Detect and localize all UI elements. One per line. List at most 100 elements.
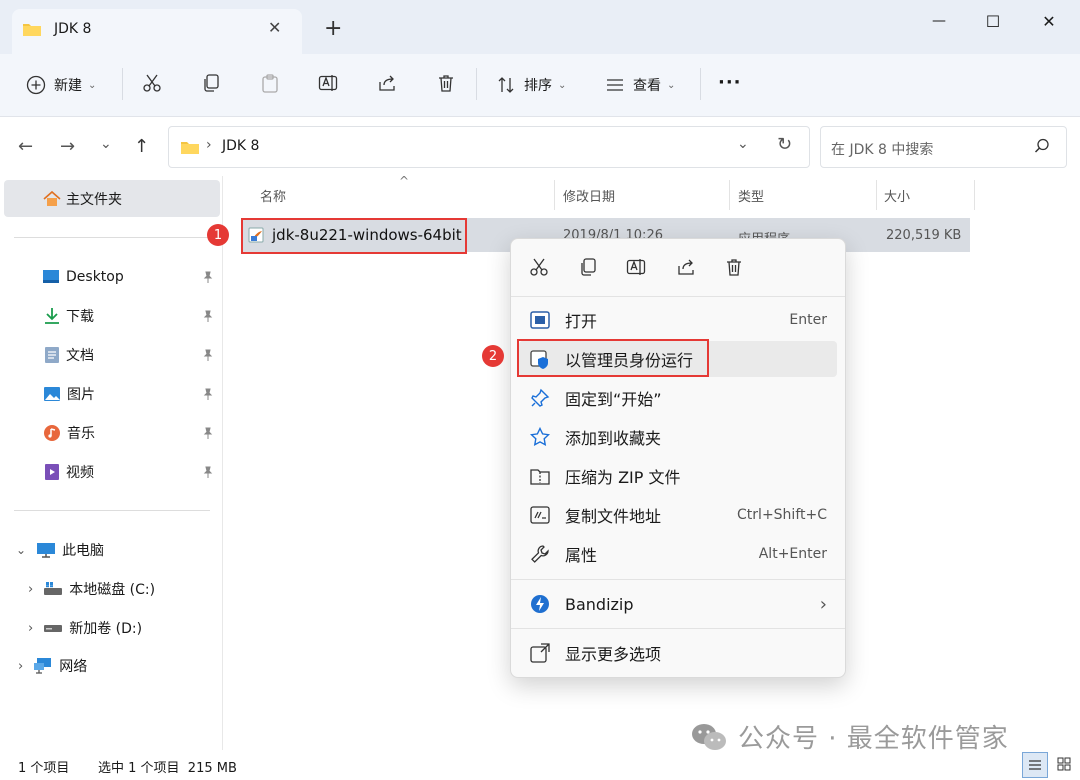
menu-item-open[interactable]: 打开 Enter — [519, 302, 837, 338]
pin-icon[interactable] — [202, 310, 214, 322]
status-selected: 选中 1 个项目 215 MB — [98, 761, 237, 776]
paste-icon[interactable] — [260, 73, 280, 93]
network-icon — [33, 657, 53, 675]
column-divider[interactable] — [554, 180, 555, 210]
sidebar-item-label: Desktop — [66, 269, 124, 285]
close-button[interactable]: ✕ — [1026, 6, 1072, 36]
computer-icon — [36, 542, 56, 558]
installer-icon — [248, 226, 266, 244]
sidebar-item-label: 图片 — [67, 387, 95, 403]
more-options-icon — [529, 642, 551, 664]
music-icon — [43, 424, 61, 442]
menu-item-label: 打开 — [565, 312, 598, 331]
refresh-icon[interactable]: ↻ — [777, 134, 792, 155]
pin-icon[interactable] — [202, 427, 214, 439]
tab-title: JDK 8 — [54, 21, 92, 37]
details-view-icon[interactable] — [1022, 752, 1048, 778]
expand-chevron-icon[interactable]: ⌄ — [16, 543, 26, 557]
column-header-modified[interactable]: 修改日期 — [563, 180, 615, 210]
view-label: 查看 — [633, 78, 661, 94]
menu-item-copy-path[interactable]: 复制文件地址 Ctrl+Shift+C — [519, 497, 837, 533]
search-icon[interactable] — [1034, 138, 1050, 154]
back-arrow-icon[interactable]: ← — [18, 136, 33, 157]
address-dropdown-icon[interactable]: ⌄ — [737, 136, 749, 152]
sidebar-item-home[interactable]: 主文件夹 — [0, 181, 222, 217]
column-header-name[interactable]: 名称 — [260, 180, 286, 210]
column-header-size[interactable]: 大小 — [884, 180, 910, 210]
sort-button[interactable]: 排序 ⌄ — [496, 68, 566, 102]
tab-close-icon[interactable]: ✕ — [268, 18, 281, 37]
sidebar-item-this-pc[interactable]: ⌄ 此电脑 — [0, 532, 222, 568]
address-bar[interactable] — [168, 126, 810, 168]
view-button[interactable]: 查看 ⌄ — [605, 68, 675, 102]
folder-icon — [180, 139, 200, 155]
sidebar-item-videos[interactable]: 视频 — [0, 454, 222, 490]
menu-item-pin-start[interactable]: 固定到“开始” — [519, 380, 837, 416]
column-divider[interactable] — [974, 180, 975, 210]
file-name: jdk-8u221-windows-64bit — [272, 226, 462, 244]
drive-icon — [43, 623, 63, 633]
sort-ascending-icon: ^ — [399, 174, 410, 188]
chevron-down-icon: ⌄ — [88, 79, 97, 91]
chevron-down-icon: ⌄ — [558, 79, 567, 91]
menu-rename-icon[interactable] — [626, 257, 646, 277]
menu-item-add-favorites[interactable]: 添加到收藏夹 — [519, 419, 837, 455]
sidebar-item-downloads[interactable]: 下载 — [0, 298, 222, 334]
sidebar-item-label: 新加卷 (D:) — [69, 621, 143, 637]
copy-icon[interactable] — [201, 73, 221, 93]
recent-chevron-icon[interactable]: ⌄ — [100, 136, 112, 152]
menu-item-shortcut: Enter — [789, 312, 827, 328]
menu-item-more-options[interactable]: 显示更多选项 — [519, 635, 837, 671]
sidebar-item-desktop[interactable]: Desktop — [0, 259, 222, 295]
pin-icon — [529, 387, 551, 409]
new-button[interactable]: 新建 ⌄ — [26, 68, 96, 102]
forward-arrow-icon[interactable]: → — [60, 136, 75, 157]
more-options-button[interactable]: ··· — [718, 72, 742, 93]
sidebar-item-pictures[interactable]: 图片 — [0, 376, 222, 412]
sidebar-item-music[interactable]: 音乐 — [0, 415, 222, 451]
column-divider[interactable] — [729, 180, 730, 210]
sidebar-item-label: 音乐 — [67, 426, 95, 442]
column-header-type[interactable]: 类型 — [738, 180, 764, 210]
step-badge-2: 2 — [482, 345, 504, 367]
rename-icon[interactable] — [318, 73, 338, 93]
sidebar-item-documents[interactable]: 文档 — [0, 337, 222, 373]
sidebar-item-label: 文档 — [66, 348, 94, 364]
breadcrumb-chevron-icon: › — [206, 137, 212, 153]
tiles-view-icon[interactable] — [1052, 752, 1076, 776]
sidebar-item-drive-c[interactable]: › 本地磁盘 (C:) — [0, 571, 222, 607]
breadcrumb-path[interactable]: JDK 8 — [222, 138, 259, 154]
new-tab-button[interactable]: + — [324, 16, 342, 41]
watermark: 公众号 · 最全软件管家 — [690, 718, 1009, 755]
menu-copy-icon[interactable] — [578, 257, 598, 277]
sidebar-item-drive-d[interactable]: › 新加卷 (D:) — [0, 610, 222, 646]
sidebar-item-network[interactable]: › 网络 — [0, 648, 222, 684]
star-icon — [529, 426, 551, 448]
sidebar-item-label: 此电脑 — [62, 543, 105, 559]
cut-icon[interactable] — [142, 73, 162, 93]
pin-icon[interactable] — [202, 349, 214, 361]
up-arrow-icon[interactable]: ↑ — [134, 136, 149, 157]
menu-share-icon[interactable] — [676, 257, 696, 277]
pin-icon[interactable] — [202, 388, 214, 400]
menu-item-zip[interactable]: 压缩为 ZIP 文件 — [519, 458, 837, 494]
expand-chevron-icon[interactable]: › — [28, 582, 33, 597]
submenu-chevron-icon: › — [819, 593, 827, 615]
menu-cut-icon[interactable] — [529, 257, 549, 277]
pin-icon[interactable] — [202, 271, 214, 283]
minimize-button[interactable]: — — [916, 6, 962, 36]
share-icon[interactable] — [377, 73, 397, 93]
menu-delete-icon[interactable] — [724, 257, 744, 277]
menu-item-properties[interactable]: 属性 Alt+Enter — [519, 536, 837, 572]
column-divider[interactable] — [876, 180, 877, 210]
menu-item-label: 属性 — [565, 546, 598, 565]
maximize-button[interactable]: ☐ — [970, 6, 1016, 36]
menu-item-bandizip[interactable]: Bandizip › — [519, 586, 837, 622]
expand-chevron-icon[interactable]: › — [18, 659, 23, 674]
delete-icon[interactable] — [436, 73, 456, 93]
expand-chevron-icon[interactable]: › — [28, 621, 33, 636]
pin-icon[interactable] — [202, 466, 214, 478]
watermark-text: 公众号 · 最全软件管家 — [738, 724, 1009, 754]
home-icon — [42, 189, 62, 209]
sidebar-item-label: 网络 — [59, 659, 88, 675]
